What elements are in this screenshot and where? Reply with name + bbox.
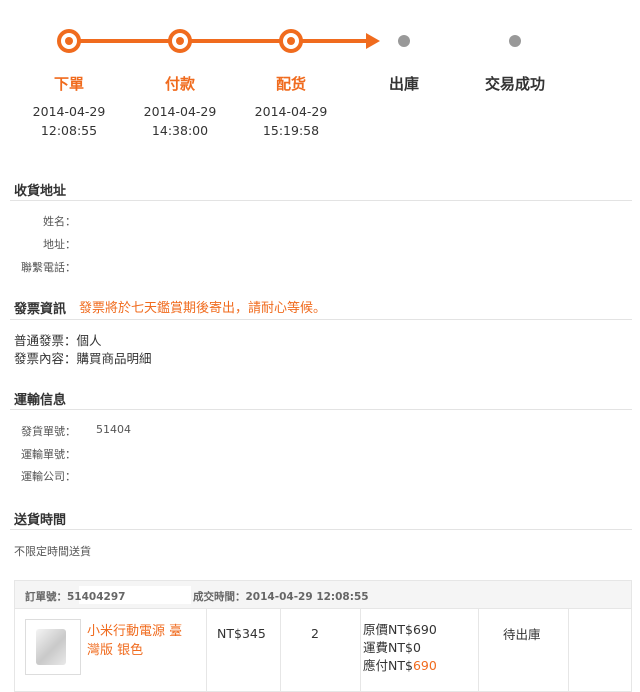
delivery-time-title: 送貨時間 bbox=[14, 513, 67, 528]
invoice-type: 普通發票：個人 bbox=[14, 333, 102, 348]
order-header: 訂單號：51404297 成交時間：2014-04-29 12:08:55 bbox=[15, 581, 631, 609]
step-time-allocation: 2014-04-29 15:19:58 bbox=[231, 102, 351, 140]
price-breakdown-cell: 原價NT$690 運費NT$0 應付NT$690 bbox=[361, 609, 479, 692]
step-time-payment: 2014-04-29 14:38:00 bbox=[120, 102, 240, 140]
step-date: 2014-04-29 bbox=[254, 104, 328, 119]
divider bbox=[10, 200, 632, 201]
tracking-number-label: 運輸單號： bbox=[21, 448, 76, 461]
step-node-order bbox=[57, 29, 81, 53]
order-number: 訂單號：51404297 bbox=[25, 591, 126, 603]
deal-time: 成交時間：2014-04-29 12:08:55 bbox=[193, 591, 369, 603]
step-clock: 15:19:58 bbox=[262, 123, 320, 138]
power-bank-image bbox=[36, 629, 66, 665]
carrier-label: 運輸公司： bbox=[21, 470, 76, 483]
original-price: 原價NT$690 bbox=[363, 622, 437, 637]
step-label-dispatch: 出庫 bbox=[388, 75, 419, 93]
delivery-number-label: 發貨單號： bbox=[21, 425, 76, 438]
order-status: 待出庫 bbox=[503, 627, 541, 642]
product-name-link[interactable]: 小米行動電源 臺灣版 银色 bbox=[87, 622, 193, 660]
delivery-number-value: 51404 bbox=[96, 423, 131, 436]
step-time-order: 2014-04-29 12:08:55 bbox=[9, 102, 129, 140]
step-node-allocation bbox=[279, 29, 303, 53]
product-cell: 小米行動電源 臺灣版 银色 bbox=[15, 609, 207, 692]
divider bbox=[10, 529, 632, 530]
step-label-allocation: 配货 bbox=[275, 75, 306, 93]
step-label-order: 下單 bbox=[53, 75, 84, 93]
delivery-time-value: 不限定時間送貨 bbox=[14, 545, 91, 558]
invoice-title: 發票資訊 bbox=[14, 302, 67, 317]
transport-title: 運輸信息 bbox=[14, 393, 67, 408]
divider bbox=[10, 319, 632, 320]
phone-label: 聯繫電話： bbox=[21, 261, 76, 274]
order-summary-table: 訂單號：51404297 成交時間：2014-04-29 12:08:55 小米… bbox=[14, 580, 632, 692]
status-cell: 待出庫 bbox=[479, 609, 569, 692]
step-date: 2014-04-29 bbox=[32, 104, 106, 119]
unit-price: NT$345 bbox=[217, 626, 266, 641]
step-node-payment bbox=[168, 29, 192, 53]
quantity: 2 bbox=[311, 626, 319, 641]
product-thumbnail[interactable] bbox=[25, 619, 81, 675]
shipping-address-title: 收貨地址 bbox=[14, 184, 67, 199]
payable-value: 690 bbox=[412, 658, 437, 673]
divider bbox=[10, 409, 632, 410]
invoice-notice: 發票將於七天鑑賞期後寄出，請耐心等候。 bbox=[79, 301, 327, 316]
step-clock: 12:08:55 bbox=[40, 123, 98, 138]
invoice-content: 發票內容：購買商品明細 bbox=[14, 351, 152, 366]
address-label: 地址： bbox=[43, 238, 76, 251]
progress-line bbox=[70, 39, 370, 43]
shipping-fee: 運費NT$0 bbox=[363, 640, 421, 655]
payable-label: 應付NT$ bbox=[363, 658, 413, 673]
step-clock: 14:38:00 bbox=[151, 123, 209, 138]
step-label-payment: 付款 bbox=[164, 75, 195, 93]
payable-amount: 應付NT$690 bbox=[363, 657, 437, 675]
step-date: 2014-04-29 bbox=[143, 104, 217, 119]
progress-arrow-icon bbox=[366, 33, 380, 49]
step-node-dispatch bbox=[398, 35, 410, 47]
name-label: 姓名： bbox=[43, 215, 76, 228]
order-progress-tracker: 下單 付款 配货 出庫 交易成功 2014-04-29 12:08:55 201… bbox=[0, 0, 640, 150]
step-label-complete: 交易成功 bbox=[484, 75, 545, 93]
quantity-cell: 2 bbox=[281, 609, 361, 692]
price-breakdown: 原價NT$690 運費NT$0 應付NT$690 bbox=[363, 621, 437, 675]
step-node-complete bbox=[509, 35, 521, 47]
unit-price-cell: NT$345 bbox=[207, 609, 281, 692]
